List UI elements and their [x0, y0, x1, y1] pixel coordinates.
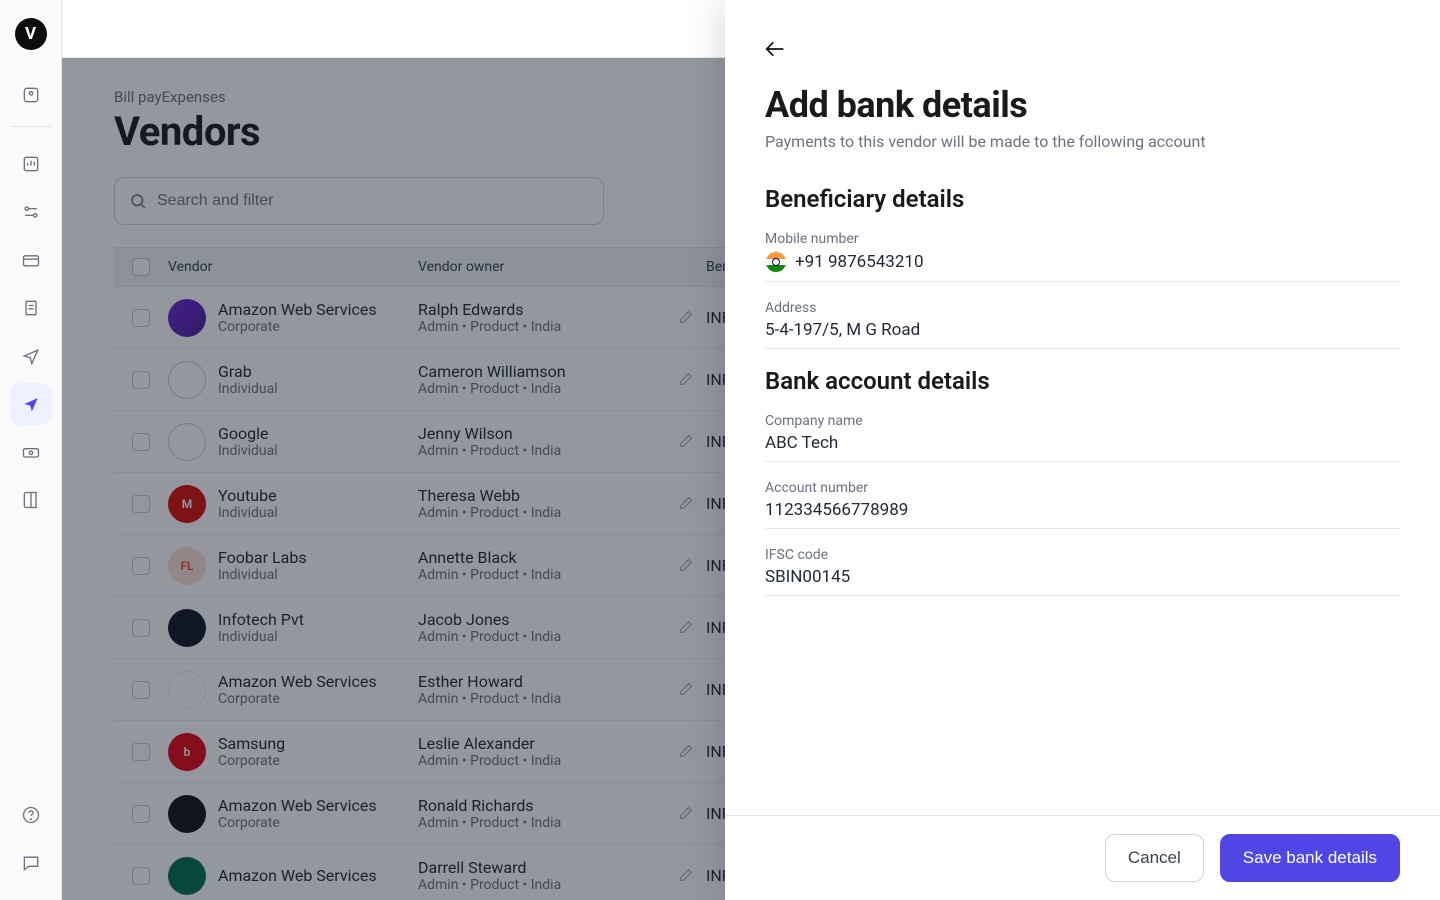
nav-cards[interactable] [10, 239, 52, 281]
india-flag-icon [765, 251, 787, 273]
nav-divider [11, 126, 51, 127]
sidebar: V [0, 0, 62, 900]
panel-title: Add bank details [765, 84, 1400, 126]
nav-receipts[interactable] [10, 287, 52, 329]
section-beneficiary-heading: Beneficiary details [765, 185, 1400, 213]
nav-send-active[interactable] [10, 383, 52, 425]
address-label: Address [765, 300, 1400, 316]
field-address[interactable]: Address 5-4-197/5, M G Road [765, 300, 1400, 349]
account-value: 112334566778989 [765, 500, 1400, 520]
company-label: Company name [765, 413, 1400, 429]
nav-money[interactable] [10, 431, 52, 473]
save-button[interactable]: Save bank details [1220, 834, 1400, 882]
add-bank-details-panel: Add bank details Payments to this vendor… [725, 0, 1440, 900]
mobile-value: +91 9876543210 [795, 252, 924, 272]
panel-footer: Cancel Save bank details [725, 815, 1440, 900]
nav-send-outline[interactable] [10, 335, 52, 377]
field-ifsc[interactable]: IFSC code SBIN00145 [765, 547, 1400, 596]
account-label: Account number [765, 480, 1400, 496]
field-mobile[interactable]: Mobile number +91 9876543210 [765, 231, 1400, 282]
section-bank-heading: Bank account details [765, 367, 1400, 395]
back-button[interactable] [765, 40, 1400, 62]
nav-analytics[interactable] [10, 143, 52, 185]
field-account[interactable]: Account number 112334566778989 [765, 480, 1400, 529]
address-value: 5-4-197/5, M G Road [765, 320, 1400, 340]
mobile-label: Mobile number [765, 231, 1400, 247]
field-company[interactable]: Company name ABC Tech [765, 413, 1400, 462]
ifsc-label: IFSC code [765, 547, 1400, 563]
ifsc-value: SBIN00145 [765, 567, 1400, 587]
nav-dashboard[interactable] [10, 74, 52, 116]
nav-help[interactable] [10, 794, 52, 836]
panel-subtitle: Payments to this vendor will be made to … [765, 132, 1400, 151]
company-value: ABC Tech [765, 433, 1400, 453]
nav-settings-sliders[interactable] [10, 191, 52, 233]
nav-chat[interactable] [10, 842, 52, 884]
nav-book[interactable] [10, 479, 52, 521]
cancel-button[interactable]: Cancel [1105, 834, 1204, 882]
app-logo: V [15, 18, 47, 50]
